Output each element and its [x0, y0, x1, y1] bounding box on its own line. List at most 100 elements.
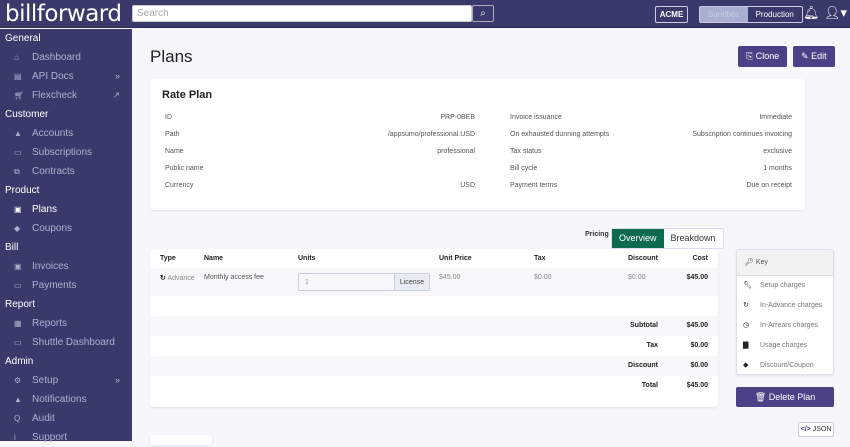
- pricing-view-toggle: Overview Breakdown: [611, 228, 724, 249]
- money-icon: ▣: [14, 262, 22, 271]
- sidebar-item-invoices[interactable]: ▣ Invoices: [0, 257, 132, 276]
- key-item-label: In-Arrears charges: [760, 322, 818, 329]
- detail-row: Public name: [165, 165, 475, 182]
- sidebar-item-audit[interactable]: Q Audit: [0, 409, 132, 428]
- col-discount: Discount: [628, 255, 658, 262]
- sidebar-item-shuttle-dashboard[interactable]: ▭ Shuttle Dashboard: [0, 333, 132, 352]
- chevron-right-icon: »: [114, 71, 120, 81]
- search-input[interactable]: Search: [132, 5, 472, 22]
- sidebar-item-label: API Docs: [32, 71, 74, 82]
- home-icon: ⌂: [14, 53, 19, 62]
- tag-icon: ◆: [743, 362, 749, 369]
- logo[interactable]: billforward: [5, 1, 122, 27]
- sandbox-button[interactable]: Sandbox: [700, 7, 748, 22]
- production-button[interactable]: Production: [748, 7, 802, 22]
- sidebar-item-coupons[interactable]: ◆ Coupons: [0, 219, 132, 238]
- key-item-label: Discount/Coupon: [760, 362, 814, 369]
- total-label: Discount: [628, 362, 658, 369]
- sidebar-item-setup[interactable]: ⚙ Setup »: [0, 371, 132, 390]
- detail-row: Name professional: [165, 148, 475, 165]
- trash-icon: 🗑︎: [754, 392, 767, 402]
- sidebar-item-label: Shuttle Dashboard: [32, 337, 115, 348]
- user-icon: ▲: [14, 129, 22, 138]
- card-icon: ▭: [14, 338, 22, 347]
- delete-plan-button[interactable]: 🗑︎ Delete Plan: [736, 387, 834, 407]
- detail-row: Invoice issuance Immediate: [510, 114, 792, 131]
- sidebar-item-label: Flexcheck: [32, 90, 78, 101]
- external-link-icon: ↗: [112, 90, 120, 100]
- search-icon: Q: [14, 414, 21, 423]
- units-input[interactable]: 1 License: [298, 273, 430, 291]
- edit-button[interactable]: ✎ Edit: [793, 46, 835, 67]
- sidebar-item-label: Notifications: [32, 394, 87, 405]
- detail-row: Currency USD: [165, 182, 475, 199]
- sidebar-section-bill: Bill: [5, 242, 19, 253]
- sidebar-item-api-docs[interactable]: ▤ API Docs »: [0, 67, 132, 86]
- name-cell: Monthly access fee: [204, 274, 264, 281]
- total-row-subtotal: Subtotal $45.00: [150, 316, 718, 336]
- sidebar-item-payments[interactable]: ▭ Payments: [0, 276, 132, 295]
- user-menu-icon[interactable]: 👤︎▾: [824, 5, 847, 21]
- sidebar-item-contracts[interactable]: ⧉ Contracts: [0, 162, 132, 181]
- key-item: ◷ In-Arrears charges: [737, 316, 833, 336]
- unit-price-cell: $45.00: [439, 274, 461, 281]
- clone-button[interactable]: ⎘ Clone: [738, 46, 788, 67]
- json-label: JSON: [812, 426, 832, 433]
- search-button[interactable]: ⌕: [472, 5, 494, 22]
- search-icon: ⌕: [480, 8, 486, 19]
- tab-overview[interactable]: Overview: [612, 229, 664, 248]
- detail-label: Public name: [165, 165, 204, 172]
- org-button[interactable]: ACME: [655, 6, 688, 23]
- chevron-right-icon: »: [114, 375, 120, 385]
- sidebar-item-label: Plans: [32, 204, 58, 215]
- sidebar-item-accounts[interactable]: ▲ Accounts: [0, 124, 132, 143]
- bell-icon[interactable]: 🔔︎: [803, 5, 820, 21]
- detail-label: Name: [165, 148, 184, 155]
- detail-row: ID PRP-0BEB: [165, 114, 475, 131]
- sidebar: General ⌂ Dashboard ▤ API Docs » 🛒︎ Flexcheck ↗ C…: [0, 29, 132, 443]
- detail-value: 1 months: [763, 165, 792, 172]
- sidebar-item-reports[interactable]: ▦ Reports: [0, 314, 132, 333]
- sidebar-item-label: Setup: [32, 375, 59, 386]
- table-icon: ▦: [14, 319, 22, 328]
- code-icon: </>: [800, 426, 811, 433]
- sidebar-section-report: Report: [5, 299, 36, 310]
- col-name: Name: [204, 255, 224, 262]
- total-row-total: Total $45.00: [150, 376, 718, 396]
- sidebar-item-subscriptions[interactable]: ▭ Subscriptions: [0, 143, 132, 162]
- briefcase-icon: ▣: [14, 205, 22, 214]
- card-icon: ▭: [14, 148, 22, 157]
- sidebar-item-label: Invoices: [32, 261, 69, 272]
- cart-icon: 🛒︎: [14, 91, 25, 100]
- col-tax: Tax: [534, 255, 546, 262]
- sidebar-item-label: Subscriptions: [32, 147, 93, 158]
- info-icon: i: [14, 433, 16, 442]
- sidebar-item-label: Reports: [32, 318, 68, 329]
- sidebar-item-label: Coupons: [32, 223, 73, 234]
- key-item: ↻ In-Advance charges: [737, 296, 833, 316]
- total-label: Subtotal: [630, 322, 658, 329]
- sidebar-item-plans[interactable]: ▣ Plans: [0, 200, 132, 219]
- sidebar-item-notifications[interactable]: ▲ Notifications: [0, 390, 132, 409]
- sidebar-item-support[interactable]: i Support: [0, 428, 132, 447]
- units-value[interactable]: 1: [299, 274, 394, 290]
- detail-value: /appsumo/professional.USD: [387, 131, 475, 138]
- json-button[interactable]: </> JSON: [798, 422, 834, 437]
- tab-breakdown[interactable]: Breakdown: [664, 229, 723, 248]
- sidebar-item-flexcheck[interactable]: 🛒︎ Flexcheck ↗: [0, 86, 132, 105]
- rate-plan-card: Rate Plan ID PRP-0BEB Path/appsumo/profess…: [150, 79, 805, 210]
- detail-label: Invoice issuance: [510, 114, 562, 121]
- wrench-icon: 🔧︎: [743, 282, 752, 289]
- sidebar-section-admin: Admin: [5, 356, 34, 367]
- sidebar-item-dashboard[interactable]: ⌂ Dashboard: [0, 48, 132, 67]
- detail-value: Immediate: [759, 114, 792, 121]
- key-header: 🔑︎ Key: [737, 250, 833, 276]
- key-item-label: Setup charges: [760, 282, 806, 289]
- sidebar-section-general: General: [5, 33, 41, 44]
- unit-label: License: [393, 274, 429, 290]
- key-panel: 🔑︎ Key 🔧︎ Setup charges ↻ In-Advance charge…: [736, 249, 834, 375]
- col-type: Type: [160, 255, 176, 262]
- detail-row: Payment terms Due on receipt: [510, 182, 792, 199]
- detail-label: On exhausted dunning attempts: [510, 131, 610, 138]
- total-row-discount: Discount $0.00: [150, 356, 718, 376]
